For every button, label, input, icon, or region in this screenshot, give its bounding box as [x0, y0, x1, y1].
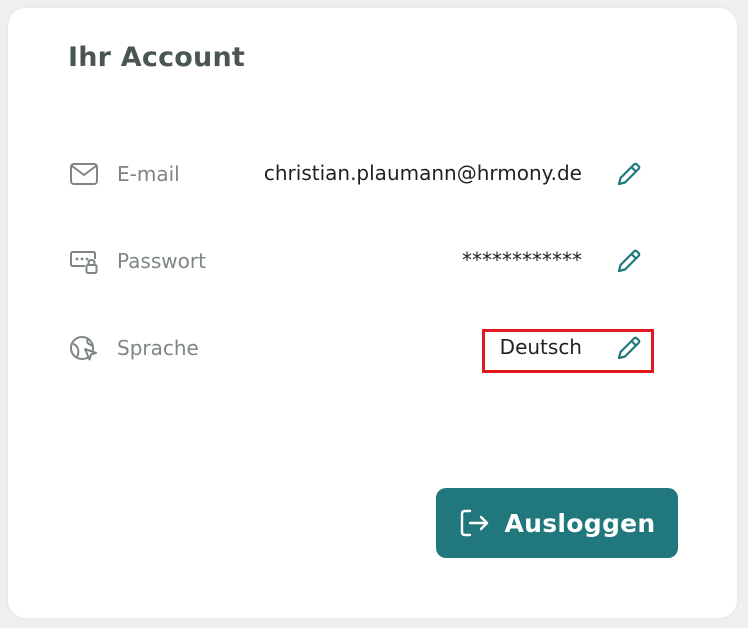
edit-password-button[interactable] — [614, 246, 644, 276]
page-title: Ihr Account — [68, 42, 245, 73]
logout-icon — [458, 507, 492, 539]
email-label: E-mail — [117, 162, 180, 186]
password-row: Passwort ************ — [8, 239, 737, 283]
language-globe-icon — [68, 334, 100, 362]
mail-icon — [68, 160, 100, 188]
email-row: E-mail christian.plaumann@hrmony.de — [8, 152, 737, 196]
email-value: christian.plaumann@hrmony.de — [263, 161, 582, 185]
language-label: Sprache — [117, 336, 199, 360]
password-label: Passwort — [117, 249, 206, 273]
password-lock-icon — [68, 247, 100, 275]
password-value: ************ — [462, 248, 582, 272]
pencil-icon — [617, 249, 641, 273]
account-card: Ihr Account E-mail christian.plaumann@hr… — [8, 8, 737, 618]
logout-button[interactable]: Ausloggen — [436, 488, 678, 558]
pencil-icon — [617, 162, 641, 186]
language-highlight-box — [482, 329, 654, 373]
edit-email-button[interactable] — [614, 159, 644, 189]
logout-label: Ausloggen — [504, 508, 656, 538]
